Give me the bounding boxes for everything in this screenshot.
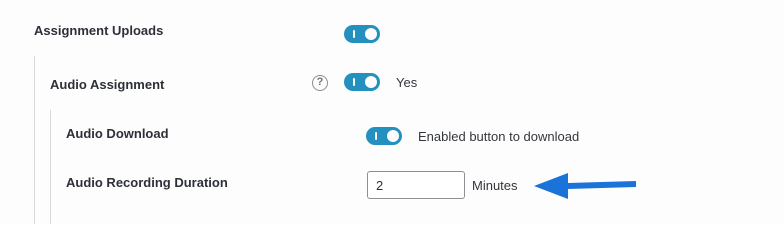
- toggle-on-mark-icon: [375, 132, 377, 140]
- toggle-on-mark-icon: [353, 78, 355, 86]
- audio-recording-duration-label: Audio Recording Duration: [66, 175, 228, 190]
- toggle-knob: [365, 28, 377, 40]
- audio-recording-duration-input[interactable]: [367, 171, 465, 199]
- settings-panel: Assignment Uploads Audio Assignment ? Ye…: [0, 0, 784, 224]
- annotation-arrow-icon: [534, 173, 636, 199]
- audio-download-description: Enabled button to download: [418, 129, 580, 144]
- audio-recording-duration-unit: Minutes: [472, 178, 518, 193]
- indent-guide-level-1: [34, 56, 35, 224]
- audio-download-toggle[interactable]: [366, 127, 402, 145]
- assignment-uploads-toggle[interactable]: [344, 25, 380, 43]
- audio-assignment-toggle[interactable]: [344, 73, 380, 91]
- indent-guide-level-2: [50, 110, 51, 224]
- question-circle-icon[interactable]: ?: [312, 75, 328, 91]
- audio-download-label: Audio Download: [66, 126, 169, 141]
- toggle-on-mark-icon: [353, 30, 355, 38]
- toggle-knob: [365, 76, 377, 88]
- audio-assignment-status: Yes: [396, 75, 418, 90]
- assignment-uploads-label: Assignment Uploads: [34, 23, 164, 38]
- toggle-knob: [387, 130, 399, 142]
- audio-assignment-label: Audio Assignment: [50, 77, 165, 92]
